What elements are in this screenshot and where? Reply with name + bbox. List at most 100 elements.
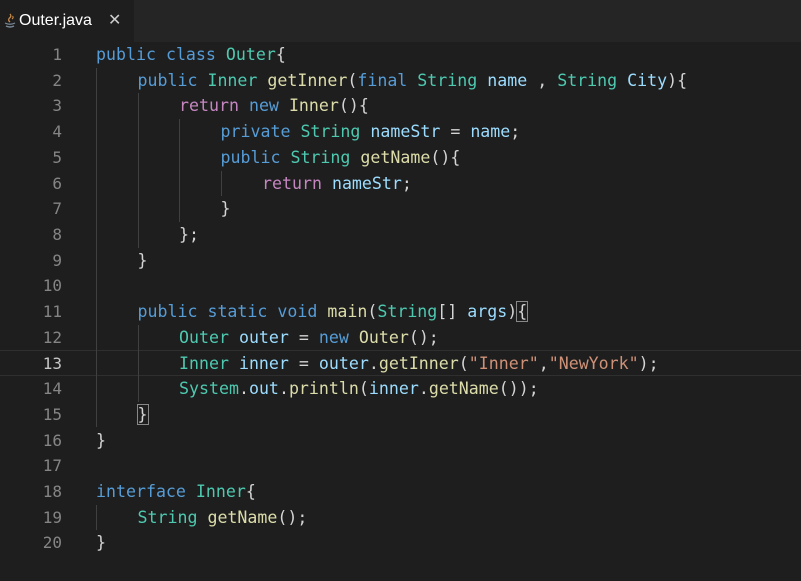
code-token: String — [377, 302, 438, 321]
code-line[interactable]: 7} — [0, 196, 801, 222]
code-line[interactable]: 6 return nameStr; — [0, 171, 801, 197]
code-line[interactable]: 1 public class Outer{ — [0, 42, 801, 68]
code-token: getInner — [267, 70, 348, 90]
code-token: "NewYork" — [548, 354, 639, 374]
code-token: "Inner" — [468, 354, 539, 374]
code-token: { — [275, 45, 286, 64]
code-token: return — [179, 96, 239, 116]
code-line[interactable]: 5 public String getName(){ — [0, 145, 801, 171]
code-line[interactable]: 15} — [0, 402, 801, 428]
code-token: public — [137, 70, 198, 90]
code-line[interactable]: 17 — [0, 453, 801, 479]
code-token: new — [248, 96, 279, 116]
code-token: class — [165, 45, 216, 64]
code-token: } — [136, 403, 149, 425]
code-token: = — [288, 327, 319, 347]
code-line[interactable]: 12 Outer outer = new Outer(); — [0, 325, 801, 351]
code-text: } — [96, 530, 106, 556]
code-token: private — [220, 122, 291, 142]
code-line[interactable]: 3 return new Inner(){ — [0, 93, 801, 119]
code-token: String — [557, 70, 618, 90]
code-token: ; — [401, 173, 412, 193]
line-number: 16 — [42, 430, 62, 450]
code-token: void — [277, 302, 318, 321]
code-token: nameStr — [331, 173, 402, 193]
code-editor[interactable]: 1 public class Outer{2 public Inner getInn… — [0, 42, 801, 581]
code-text: return nameStr; — [262, 171, 412, 197]
code-token: ) — [507, 302, 518, 321]
code-token: (){ — [338, 96, 369, 116]
close-icon[interactable]: ✕ — [108, 10, 121, 30]
code-token: (); — [408, 327, 439, 347]
line-number: 19 — [42, 507, 62, 527]
code-line[interactable]: 16} — [0, 428, 801, 454]
code-line[interactable]: 10 — [0, 273, 801, 299]
code-token: outer — [318, 354, 369, 374]
code-token: . — [418, 379, 429, 399]
code-token: Outer — [179, 327, 229, 347]
code-text: } — [138, 248, 148, 274]
line-number: 3 — [52, 96, 62, 116]
line-number: 1 — [52, 45, 62, 64]
code-token: out — [248, 379, 279, 399]
code-token: } — [137, 250, 148, 270]
code-token: String — [137, 507, 198, 527]
tab-title: Outer.java — [19, 12, 92, 29]
code-token: Inner — [179, 354, 229, 374]
code-token: ()); — [498, 379, 539, 399]
code-token: [] — [437, 302, 468, 321]
code-token: . — [238, 379, 249, 399]
code-text: public Inner getInner(final String name … — [138, 68, 688, 94]
indent-guide — [96, 67, 97, 428]
code-line[interactable]: 13 Inner inner = outer.getInner("Inner","… — [0, 350, 801, 377]
code-line[interactable]: 18 interface Inner{ — [0, 479, 801, 505]
code-token: ( — [458, 354, 469, 374]
code-token: Outer — [358, 327, 409, 347]
code-line[interactable]: 14 System.out.println(inner.getName()); — [0, 376, 801, 402]
tab-outer-java[interactable]: Outer.java ✕ — [0, 0, 134, 42]
code-token: = — [288, 354, 319, 374]
indent-guide — [179, 119, 180, 222]
code-token: inner — [368, 379, 419, 399]
code-token: . — [278, 379, 289, 399]
code-token: public — [137, 302, 198, 321]
code-token: ; — [510, 122, 521, 142]
tab-bar: Outer.java ✕ — [0, 0, 801, 42]
code-line[interactable]: 9} — [0, 248, 801, 274]
code-token: name — [470, 122, 511, 142]
line-number: 15 — [42, 404, 62, 424]
code-token: Outer — [225, 45, 276, 64]
code-line[interactable]: 20} — [0, 530, 801, 556]
code-token: } — [220, 199, 231, 219]
code-token: ){ — [667, 70, 688, 90]
line-number: 9 — [52, 250, 62, 270]
code-text: interface Inner{ — [96, 479, 256, 505]
code-token: static — [207, 302, 268, 321]
code-line[interactable]: 11 public static void main(String[] args)… — [0, 299, 801, 325]
code-text: String getName(); — [138, 505, 308, 531]
code-line[interactable]: 19 String getName(); — [0, 505, 801, 531]
code-text: Outer outer = new Outer(); — [179, 325, 439, 351]
code-token: (){ — [430, 147, 461, 167]
code-line[interactable]: 4 private String nameStr = name; — [0, 119, 801, 145]
code-line[interactable]: 8}; — [0, 222, 801, 248]
line-number: 17 — [42, 456, 62, 476]
code-token: ( — [358, 379, 369, 399]
code-line[interactable]: 2 public Inner getInner(final String name… — [0, 68, 801, 94]
code-token: { — [245, 481, 256, 501]
line-number: 6 — [52, 173, 62, 193]
code-token: outer — [238, 327, 289, 347]
code-token: Inner — [195, 481, 246, 501]
code-token: { — [516, 301, 529, 322]
code-text: } — [221, 196, 231, 222]
